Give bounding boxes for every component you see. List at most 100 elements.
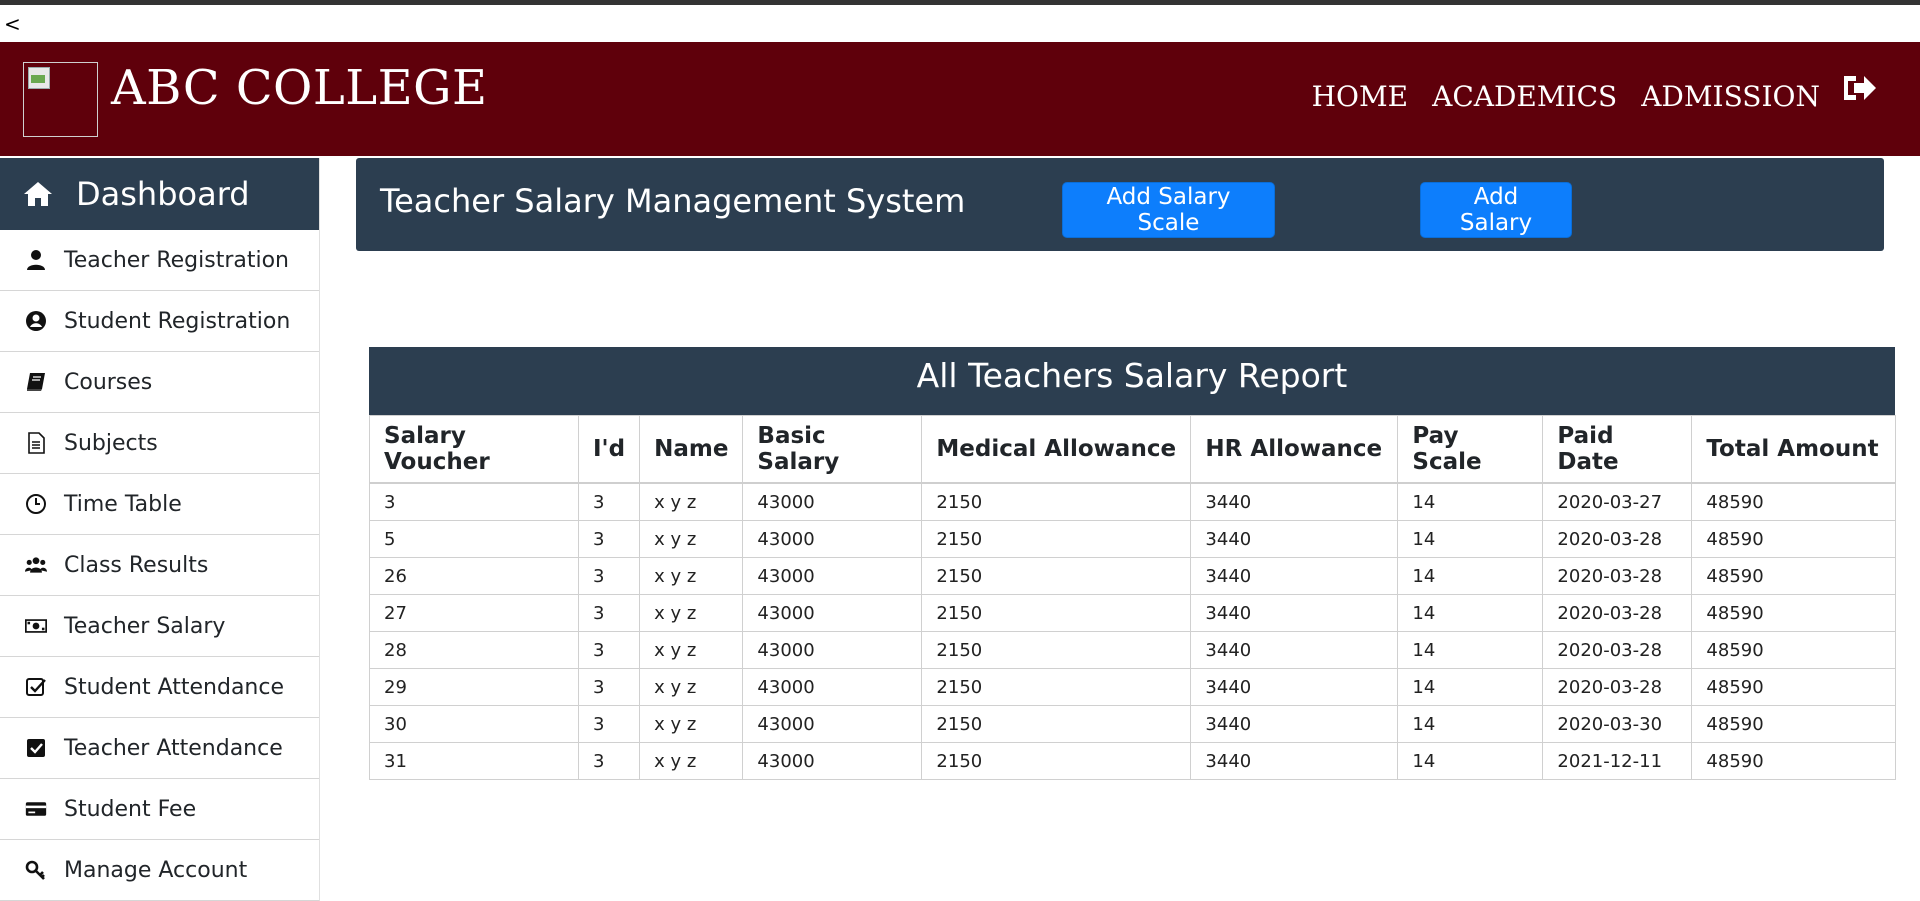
column-header: Basic Salary — [742, 415, 923, 484]
table-row: 26 3 x y z 43000 2150 3440 14 2020-03-28… — [369, 557, 1896, 595]
sidebar-item-label: Time Table — [64, 491, 182, 517]
table-cell: x y z — [639, 557, 744, 595]
table-cell: 2150 — [921, 594, 1192, 632]
add-salary-scale-button[interactable]: Add Salary Scale — [1062, 182, 1275, 238]
table-cell: 43000 — [742, 631, 923, 669]
table-cell: 31 — [369, 742, 579, 780]
table-cell: 14 — [1397, 742, 1544, 780]
table-cell: 29 — [369, 668, 579, 706]
table-cell: 3440 — [1190, 668, 1399, 706]
column-header: Medical Allowance — [921, 415, 1192, 484]
sidebar-item-teacher-salary[interactable]: Teacher Salary — [0, 596, 319, 657]
column-header: Salary Voucher — [369, 415, 579, 484]
table-cell: 43000 — [742, 668, 923, 706]
column-header: Total Amount — [1691, 415, 1896, 484]
table-row: 5 3 x y z 43000 2150 3440 14 2020-03-28 … — [369, 520, 1896, 558]
sidebar-item-label: Courses — [64, 369, 153, 395]
sidebar-item-manage-account[interactable]: Manage Account — [0, 840, 319, 901]
table-cell: 3 — [577, 520, 641, 558]
dashboard-label: Dashboard — [76, 175, 250, 213]
table-cell: 2150 — [921, 705, 1192, 743]
sidebar: Dashboard Teacher Registration Student R… — [0, 158, 320, 901]
table-cell: x y z — [639, 668, 744, 706]
table-cell: 2150 — [921, 557, 1192, 595]
table-cell: 2020-03-28 — [1542, 631, 1693, 669]
sign-out-icon[interactable] — [1840, 70, 1880, 106]
credit-card-icon — [22, 797, 50, 821]
sidebar-item-subjects[interactable]: Subjects — [0, 413, 319, 474]
sidebar-dashboard[interactable]: Dashboard — [0, 158, 319, 230]
table-cell: 3440 — [1190, 557, 1399, 595]
sidebar-item-courses[interactable]: Courses — [0, 352, 319, 413]
salary-report-table: Salary Voucher I'd Name Basic Salary Med… — [369, 415, 1896, 780]
table-cell: 2021-12-11 — [1542, 742, 1693, 780]
table-cell: 2020-03-27 — [1542, 482, 1693, 521]
college-logo-broken-image — [23, 62, 98, 137]
brand-title[interactable]: ABC COLLEGE — [111, 60, 488, 116]
home-icon — [24, 182, 52, 206]
table-cell: 27 — [369, 594, 579, 632]
table-cell: 14 — [1397, 482, 1544, 521]
table-cell: 2150 — [921, 631, 1192, 669]
table-row: 30 3 x y z 43000 2150 3440 14 2020-03-30… — [369, 705, 1896, 743]
table-cell: 48590 — [1691, 594, 1896, 632]
sidebar-item-student-attendance[interactable]: Student Attendance — [0, 657, 319, 718]
table-cell: 2150 — [921, 520, 1192, 558]
table-cell: 3440 — [1190, 520, 1399, 558]
sidebar-item-label: Teacher Attendance — [64, 735, 283, 761]
table-cell: 28 — [369, 631, 579, 669]
sidebar-item-label: Subjects — [64, 430, 158, 456]
nav-home[interactable]: HOME — [1312, 80, 1408, 113]
table-cell: 3440 — [1190, 631, 1399, 669]
table-cell: 3440 — [1190, 594, 1399, 632]
nav-academics[interactable]: ACADEMICS — [1432, 80, 1617, 113]
table-cell: 43000 — [742, 594, 923, 632]
table-cell: 3 — [577, 557, 641, 595]
table-cell: 3 — [369, 482, 579, 521]
table-cell: 48590 — [1691, 705, 1896, 743]
report-title: All Teachers Salary Report — [369, 347, 1895, 415]
money-bill-icon — [22, 614, 50, 638]
table-cell: 3 — [577, 705, 641, 743]
sidebar-item-label: Student Registration — [64, 308, 291, 334]
clock-icon — [22, 492, 50, 516]
table-cell: 48590 — [1691, 482, 1896, 521]
sidebar-item-student-registration[interactable]: Student Registration — [0, 291, 319, 352]
sidebar-item-student-fee[interactable]: Student Fee — [0, 779, 319, 840]
add-salary-button[interactable]: Add Salary — [1420, 182, 1572, 238]
key-icon — [22, 858, 50, 882]
back-link[interactable]: < — [4, 12, 21, 36]
user-icon — [22, 248, 50, 272]
table-cell: 43000 — [742, 742, 923, 780]
table-row: 27 3 x y z 43000 2150 3440 14 2020-03-28… — [369, 594, 1896, 632]
table-row: 29 3 x y z 43000 2150 3440 14 2020-03-28… — [369, 668, 1896, 706]
sidebar-item-teacher-registration[interactable]: Teacher Registration — [0, 230, 319, 291]
table-row: 31 3 x y z 43000 2150 3440 14 2021-12-11… — [369, 742, 1896, 780]
window-top-border — [0, 0, 1920, 5]
user-circle-icon — [22, 309, 50, 333]
table-cell: 3 — [577, 482, 641, 521]
sidebar-item-label: Manage Account — [64, 857, 248, 883]
sidebar-item-time-table[interactable]: Time Table — [0, 474, 319, 535]
table-cell: 14 — [1397, 520, 1544, 558]
table-row: 28 3 x y z 43000 2150 3440 14 2020-03-28… — [369, 631, 1896, 669]
table-cell: 43000 — [742, 482, 923, 521]
table-cell: 3 — [577, 594, 641, 632]
nav-admission[interactable]: ADMISSION — [1641, 80, 1820, 113]
column-header: HR Allowance — [1190, 415, 1399, 484]
table-cell: 26 — [369, 557, 579, 595]
table-cell: 48590 — [1691, 668, 1896, 706]
table-cell: 3440 — [1190, 742, 1399, 780]
table-cell: 43000 — [742, 557, 923, 595]
sidebar-item-label: Teacher Registration — [64, 247, 289, 273]
sidebar-item-label: Class Results — [64, 552, 209, 578]
table-cell: 2020-03-28 — [1542, 557, 1693, 595]
column-header: Name — [639, 415, 744, 484]
table-header-row: Salary Voucher I'd Name Basic Salary Med… — [369, 415, 1896, 484]
sidebar-item-class-results[interactable]: Class Results — [0, 535, 319, 596]
table-row: 3 3 x y z 43000 2150 3440 14 2020-03-27 … — [369, 482, 1896, 521]
table-cell: 3440 — [1190, 705, 1399, 743]
sidebar-item-label: Teacher Salary — [64, 613, 226, 639]
sidebar-item-teacher-attendance[interactable]: Teacher Attendance — [0, 718, 319, 779]
table-cell: 2020-03-30 — [1542, 705, 1693, 743]
